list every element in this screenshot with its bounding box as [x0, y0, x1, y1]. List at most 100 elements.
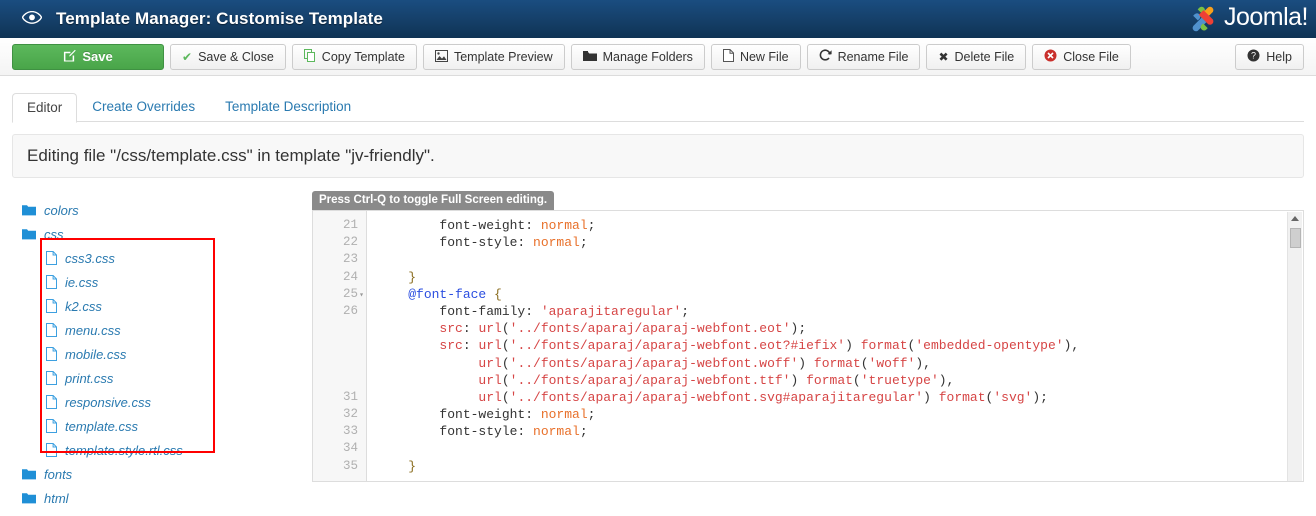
code-line: url('../fonts/aparaj/aparaj-webfont.woff…	[478, 355, 931, 371]
eye-icon	[21, 10, 43, 27]
app-header: Template Manager: Customise Template Joo…	[0, 0, 1316, 38]
file-icon	[46, 347, 57, 361]
folder-icon	[22, 228, 36, 240]
page-title: Template Manager: Customise Template	[56, 9, 383, 28]
tree-item-label: css3.css	[65, 250, 115, 266]
code-editor[interactable]: 21 22 23 24 25 ▾ 26 31 32 33 34 35 font-weight: nor…	[312, 210, 1304, 482]
tree-item-label: css	[44, 226, 64, 242]
editor-vertical-scrollbar[interactable]	[1287, 212, 1302, 481]
rename-file-label: Rename File	[837, 49, 909, 64]
line-number: 24	[342, 269, 358, 284]
save-button[interactable]: Save	[12, 43, 164, 70]
tree-file-k2-css[interactable]: k2.css	[12, 294, 312, 318]
close-file-label: Close File	[1063, 49, 1119, 64]
copy-template-label: Copy Template	[321, 49, 405, 64]
copy-template-button[interactable]: Copy Template	[291, 43, 417, 70]
tree-folder-fonts[interactable]: fonts	[12, 462, 312, 486]
line-number: 25 ▾	[313, 286, 364, 303]
tree-file-responsive-css[interactable]: responsive.css	[12, 390, 312, 414]
tree-file-css3-css[interactable]: css3.css	[12, 246, 312, 270]
tree-folder-colors[interactable]: colors	[12, 198, 312, 222]
file-tree: colors css css3.css ie.css k2.css menu.css mob…	[12, 190, 312, 505]
scrollbar-thumb[interactable]	[1289, 228, 1301, 248]
fold-triangle-icon[interactable]: ▾	[359, 287, 364, 304]
file-icon	[46, 395, 57, 409]
line-number: 21	[342, 218, 358, 232]
tree-item-label: menu.css	[65, 322, 121, 338]
new-file-label: New File	[739, 49, 789, 64]
code-line: font-weight: normal;	[377, 407, 596, 423]
save-button-label: Save	[82, 49, 113, 64]
template-preview-label: Template Preview	[453, 49, 553, 64]
help-button[interactable]: ? Help	[1235, 43, 1304, 70]
tree-item-label: print.css	[65, 370, 114, 386]
line-number: 23	[342, 252, 358, 267]
tree-folder-css[interactable]: css	[12, 222, 312, 246]
question-circle-icon: ?	[1247, 49, 1260, 64]
tree-file-menu-css[interactable]: menu.css	[12, 318, 312, 342]
file-icon	[722, 49, 734, 64]
tab-create-overrides[interactable]: Create Overrides	[77, 92, 210, 123]
tree-folder-html[interactable]: html	[12, 486, 312, 510]
line-number	[313, 337, 358, 354]
save-and-close-label: Save & Close	[198, 49, 274, 64]
copy-icon	[303, 49, 316, 64]
tree-item-label: mobile.css	[65, 346, 127, 362]
tree-item-label: responsive.css	[65, 394, 151, 410]
times-circle-icon	[1044, 49, 1057, 64]
file-icon	[46, 323, 57, 337]
line-number: 31	[342, 389, 358, 404]
tree-item-label: html	[44, 490, 69, 506]
main-content: colors css css3.css ie.css k2.css menu.css mob…	[0, 190, 1316, 505]
code-area[interactable]: font-weight: normal; font-style: normal;…	[367, 211, 1303, 481]
save-and-close-button[interactable]: ✔ Save & Close	[170, 43, 286, 70]
tree-item-label: template.style.rtl.css	[65, 442, 183, 458]
tab-template-description[interactable]: Template Description	[210, 92, 366, 123]
scroll-up-icon[interactable]	[1291, 216, 1299, 221]
file-icon	[46, 275, 57, 289]
tree-file-print-css[interactable]: print.css	[12, 366, 312, 390]
code-line: @font-face {	[408, 286, 502, 302]
close-file-button[interactable]: Close File	[1032, 43, 1131, 70]
line-number: 35	[342, 458, 358, 473]
code-line: }	[408, 458, 417, 474]
folder-icon	[22, 468, 36, 480]
line-number: 32	[342, 407, 358, 422]
tree-file-template-css[interactable]: template.css	[12, 414, 312, 438]
delete-file-label: Delete File	[954, 49, 1015, 64]
line-number: 26	[342, 303, 358, 318]
svg-text:?: ?	[1251, 51, 1256, 61]
help-button-label: Help	[1266, 49, 1292, 64]
delete-file-button[interactable]: ✖ Delete File	[926, 43, 1027, 70]
file-icon	[46, 419, 57, 433]
code-editor-panel: Press Ctrl-Q to toggle Full Screen editi…	[312, 190, 1304, 490]
manage-folders-button[interactable]: Manage Folders	[570, 43, 705, 70]
code-line: src: url('../fonts/aparaj/aparaj-webfont…	[439, 321, 807, 337]
code-line: src: url('../fonts/aparaj/aparaj-webfont…	[439, 338, 1080, 354]
tree-file-mobile-css[interactable]: mobile.css	[12, 342, 312, 366]
folder-icon	[22, 204, 36, 216]
file-icon	[46, 371, 57, 385]
code-line: font-style: normal;	[377, 424, 588, 440]
code-line: url('../fonts/aparaj/aparaj-webfont.svg#…	[478, 389, 1048, 405]
tab-bar: Editor Create Overrides Template Descrip…	[0, 76, 1316, 123]
template-preview-button[interactable]: Template Preview	[422, 43, 565, 70]
refresh-icon	[819, 49, 832, 64]
tab-editor[interactable]: Editor	[12, 92, 78, 123]
joomla-logo: Joomla!	[1188, 0, 1309, 38]
tree-file-template-style-rtl-css[interactable]: template.style.rtl.css	[12, 438, 312, 462]
new-file-button[interactable]: New File	[710, 43, 801, 70]
code-line: url('../fonts/aparaj/aparaj-webfont.ttf'…	[478, 372, 955, 388]
x-icon: ✖	[938, 49, 949, 64]
image-icon	[434, 49, 448, 64]
code-line: font-weight: normal;	[377, 218, 596, 233]
file-icon	[46, 299, 57, 313]
toolbar: Save ✔ Save & Close Copy Template Templa…	[0, 38, 1316, 76]
tree-item-label: fonts	[44, 466, 73, 482]
check-icon: ✔	[182, 49, 193, 64]
rename-file-button[interactable]: Rename File	[806, 43, 921, 70]
tree-item-label: ie.css	[65, 274, 99, 290]
tree-file-ie-css[interactable]: ie.css	[12, 270, 312, 294]
